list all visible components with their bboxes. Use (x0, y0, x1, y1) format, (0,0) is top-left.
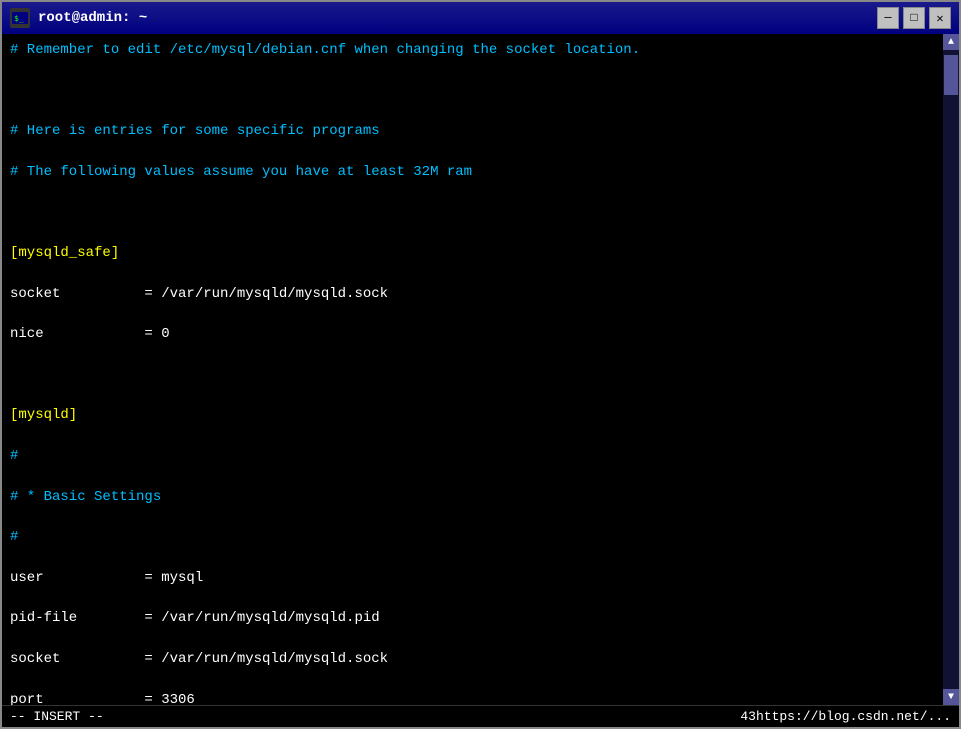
line-11: # (10, 446, 935, 466)
maximize-button[interactable]: □ (903, 7, 925, 29)
line-6: [mysqld_safe] (10, 243, 935, 263)
close-button[interactable]: ✕ (929, 7, 951, 29)
title-bar-left: $_ root@admin: ~ (10, 8, 147, 28)
scrollbar-thumb[interactable] (944, 55, 958, 95)
window-title: root@admin: ~ (38, 10, 147, 26)
minimize-button[interactable]: ─ (877, 7, 899, 29)
title-buttons: ─ □ ✕ (877, 7, 951, 29)
line-16: socket = /var/run/mysqld/mysqld.sock (10, 649, 935, 669)
title-bar: $_ root@admin: ~ ─ □ ✕ (2, 2, 959, 34)
insert-mode-indicator: -- INSERT -- (10, 709, 104, 724)
line-13: # (10, 527, 935, 547)
line-17: port = 3306 (10, 690, 935, 706)
line-9 (10, 365, 935, 385)
scrollbar[interactable]: ▲ ▼ (943, 34, 959, 705)
line-3: # Here is entries for some specific prog… (10, 121, 935, 141)
line-4: # The following values assume you have a… (10, 162, 935, 182)
svg-text:$_: $_ (14, 14, 24, 23)
line-8: nice = 0 (10, 324, 935, 344)
status-bar: -- INSERT -- 43https://blog.csdn.net/... (2, 705, 959, 727)
terminal-content[interactable]: # Remember to edit /etc/mysql/debian.cnf… (2, 34, 943, 705)
line-5 (10, 202, 935, 222)
line-2 (10, 81, 935, 101)
line-10: [mysqld] (10, 405, 935, 425)
line-15: pid-file = /var/run/mysqld/mysqld.pid (10, 608, 935, 628)
status-info: 43https://blog.csdn.net/... (740, 709, 951, 724)
line-1: # Remember to edit /etc/mysql/debian.cnf… (10, 40, 935, 60)
scrollbar-track[interactable] (943, 50, 959, 689)
line-12: # * Basic Settings (10, 487, 935, 507)
terminal-body[interactable]: # Remember to edit /etc/mysql/debian.cnf… (2, 34, 959, 705)
terminal-icon: $_ (10, 8, 30, 28)
terminal-output: # Remember to edit /etc/mysql/debian.cnf… (10, 40, 935, 705)
line-14: user = mysql (10, 568, 935, 588)
scroll-down-button[interactable]: ▼ (943, 689, 959, 705)
line-7: socket = /var/run/mysqld/mysqld.sock (10, 284, 935, 304)
terminal-window: $_ root@admin: ~ ─ □ ✕ # Remember to edi… (0, 0, 961, 729)
scroll-up-button[interactable]: ▲ (943, 34, 959, 50)
